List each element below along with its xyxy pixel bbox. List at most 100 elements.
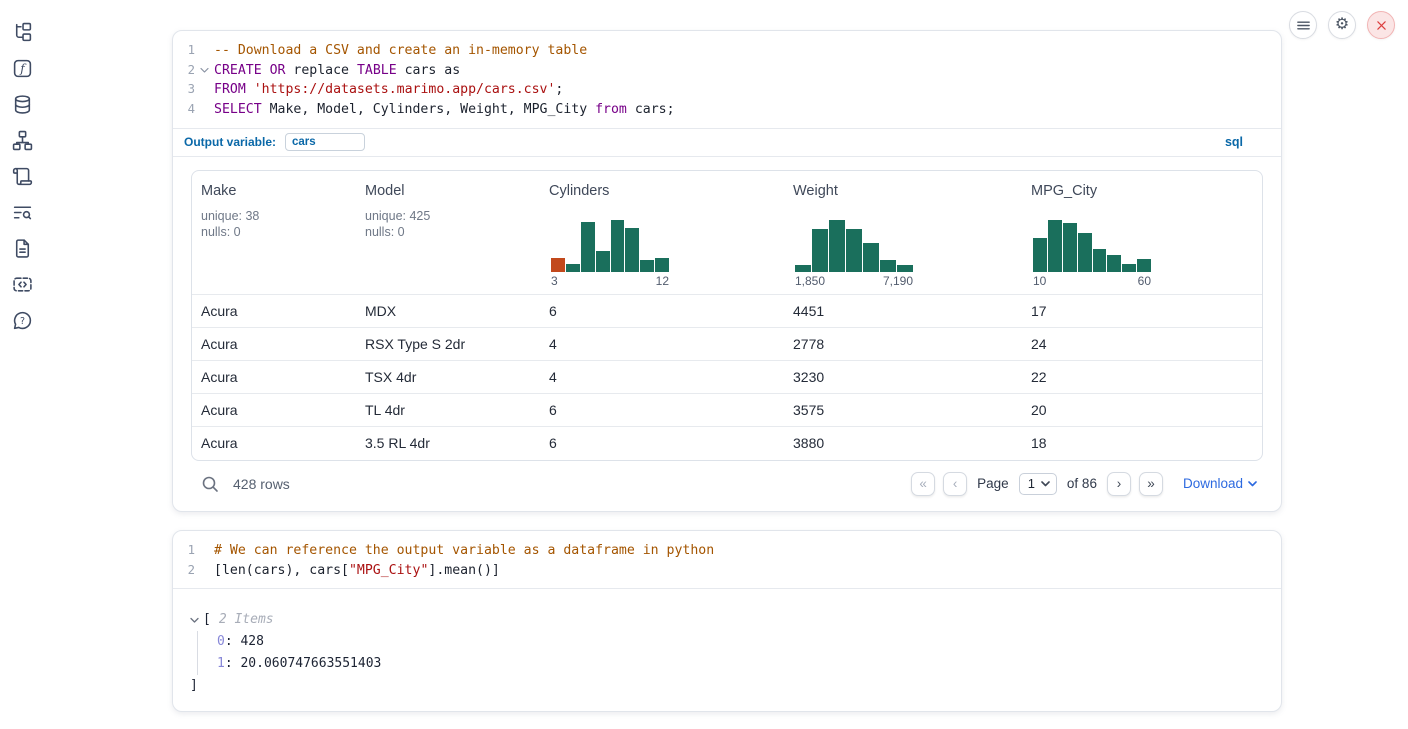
settings-button[interactable]: ⚙ (1328, 11, 1356, 39)
histogram-bar (655, 258, 669, 272)
code-text: # We can reference the output variable a… (214, 541, 714, 561)
menu-button[interactable] (1289, 11, 1317, 39)
table-search-button[interactable] (201, 475, 219, 493)
output-variable-label: Output variable: (184, 135, 276, 149)
column-title: Make (201, 183, 347, 199)
histogram-bar (1063, 223, 1077, 272)
chevron-down-icon (1248, 481, 1257, 487)
python-cell-output: [ 2 Items 0: 4281: 20.060747663551403 ] (173, 588, 1281, 697)
document-icon (12, 238, 33, 259)
table-cell: 6 (540, 402, 784, 418)
file-tree-icon (12, 22, 33, 43)
column-title: Weight (793, 183, 1013, 199)
table-header-row: Make unique: 38nulls: 0 Modelunique: 425nu… (192, 171, 1262, 295)
sidebar-item-logs[interactable] (12, 166, 33, 187)
column-header[interactable]: Modelunique: 425nulls: 0 (356, 171, 540, 294)
chevron-down-icon (1041, 481, 1050, 487)
sql-cell: 1-- Download a CSV and create an in-memo… (172, 30, 1282, 512)
table-cell: 6 (540, 435, 784, 451)
histogram-axis-labels: 1,8507,190 (795, 275, 913, 288)
shutdown-button[interactable] (1367, 11, 1395, 39)
tree-collapse-toggle[interactable] (190, 617, 203, 624)
sidebar-item-file-explorer[interactable] (12, 22, 33, 43)
fold-chevron-icon[interactable] (195, 61, 214, 81)
sidebar-item-help[interactable]: ? (12, 310, 33, 331)
tree-open-bracket: [ (203, 609, 211, 631)
sql-code-editor[interactable]: 1-- Download a CSV and create an in-memo… (173, 31, 1281, 128)
sidebar-item-snippets[interactable] (12, 274, 33, 295)
row-count: 428 rows (233, 476, 290, 492)
table-row: AcuraMDX6445117 (192, 295, 1262, 328)
table-cell: Acura (192, 369, 356, 385)
table-row: AcuraRSX Type S 2dr4277824 (192, 328, 1262, 361)
sidebar-item-datasources[interactable] (12, 94, 33, 115)
table-row: AcuraTL 4dr6357520 (192, 394, 1262, 427)
histogram-bar (829, 220, 845, 272)
svg-text:?: ? (19, 316, 24, 327)
column-title: Cylinders (549, 183, 775, 199)
first-page-button[interactable]: « (911, 472, 935, 496)
histogram-bar (566, 264, 580, 272)
page-select[interactable]: 1 (1019, 473, 1057, 495)
sidebar-item-documentation[interactable] (12, 238, 33, 259)
histogram-bar (897, 265, 913, 272)
column-title: Model (365, 183, 531, 199)
gutter-spacer (195, 541, 214, 561)
histogram-bar (581, 222, 595, 271)
topbar-actions: ⚙ (1289, 11, 1395, 39)
code-text: SELECT Make, Model, Cylinders, Weight, M… (214, 100, 675, 120)
table-cell: Acura (192, 402, 356, 418)
line-number: 3 (173, 80, 195, 100)
column-header[interactable]: Make unique: 38nulls: 0 (192, 171, 356, 294)
gutter-spacer (195, 41, 214, 61)
column-histogram: 1,8507,190 (795, 220, 913, 288)
table-cell: 4 (540, 369, 784, 385)
sidebar-item-variables[interactable]: f (12, 58, 33, 79)
table-cell: 3575 (784, 402, 1022, 418)
table-cell: 24 (1022, 336, 1262, 352)
network-graph-icon (12, 130, 33, 151)
python-code-editor[interactable]: 1# We can reference the output variable … (173, 531, 1281, 588)
column-header[interactable]: Cylinders312 (540, 171, 784, 294)
column-header[interactable]: Weight 1,8507,190 (784, 171, 1022, 294)
hamburger-icon (1296, 18, 1311, 33)
previous-page-button[interactable]: ‹ (943, 472, 967, 496)
table-cell: 2778 (784, 336, 1022, 352)
sidebar-item-scratchpad-search[interactable] (12, 202, 33, 223)
table-cell: 4 (540, 336, 784, 352)
next-page-button[interactable]: › (1107, 472, 1131, 496)
tree-entry-key: 1 (217, 656, 225, 671)
line-number: 4 (173, 100, 195, 120)
search-icon (201, 475, 219, 493)
histogram-bar (880, 260, 896, 272)
table-cell: 22 (1022, 369, 1262, 385)
code-text: CREATE OR replace TABLE cars as (214, 61, 460, 81)
histogram-bar (551, 258, 565, 272)
histogram-bar (1078, 233, 1092, 271)
sidebar-panel-rail: f (0, 22, 44, 331)
sidebar-item-dependency-graph[interactable] (12, 130, 33, 151)
gutter-spacer (195, 561, 214, 581)
histogram-bar (812, 229, 828, 272)
last-page-button[interactable]: » (1139, 472, 1163, 496)
column-title: MPG_City (1031, 183, 1253, 199)
tree-root-line: [ 2 Items (190, 609, 1281, 631)
histogram-bar (1033, 238, 1047, 272)
scroll-icon (12, 166, 33, 187)
line-number: 2 (173, 61, 195, 81)
page-select-value: 1 (1028, 476, 1035, 491)
marimo-notebook: { "colors": { "green": "#1a6f5c", "orang… (0, 0, 1408, 729)
download-button[interactable]: Download (1183, 476, 1257, 491)
column-header[interactable]: MPG_City1060 (1022, 171, 1262, 294)
histogram-bar (795, 265, 811, 272)
table-cell: TSX 4dr (356, 369, 540, 385)
histogram-bar (863, 243, 879, 272)
page-total-label: of 86 (1067, 476, 1097, 491)
table-cell: 6 (540, 303, 784, 319)
output-variable-input[interactable] (285, 133, 365, 151)
column-stats: unique: 38nulls: 0 (201, 208, 347, 241)
code-line: 3FROM 'https://datasets.marimo.app/cars.… (173, 80, 1281, 100)
table-row: Acura3.5 RL 4dr6388018 (192, 427, 1262, 460)
svg-text:f: f (19, 62, 27, 76)
table-cell: 3.5 RL 4dr (356, 435, 540, 451)
